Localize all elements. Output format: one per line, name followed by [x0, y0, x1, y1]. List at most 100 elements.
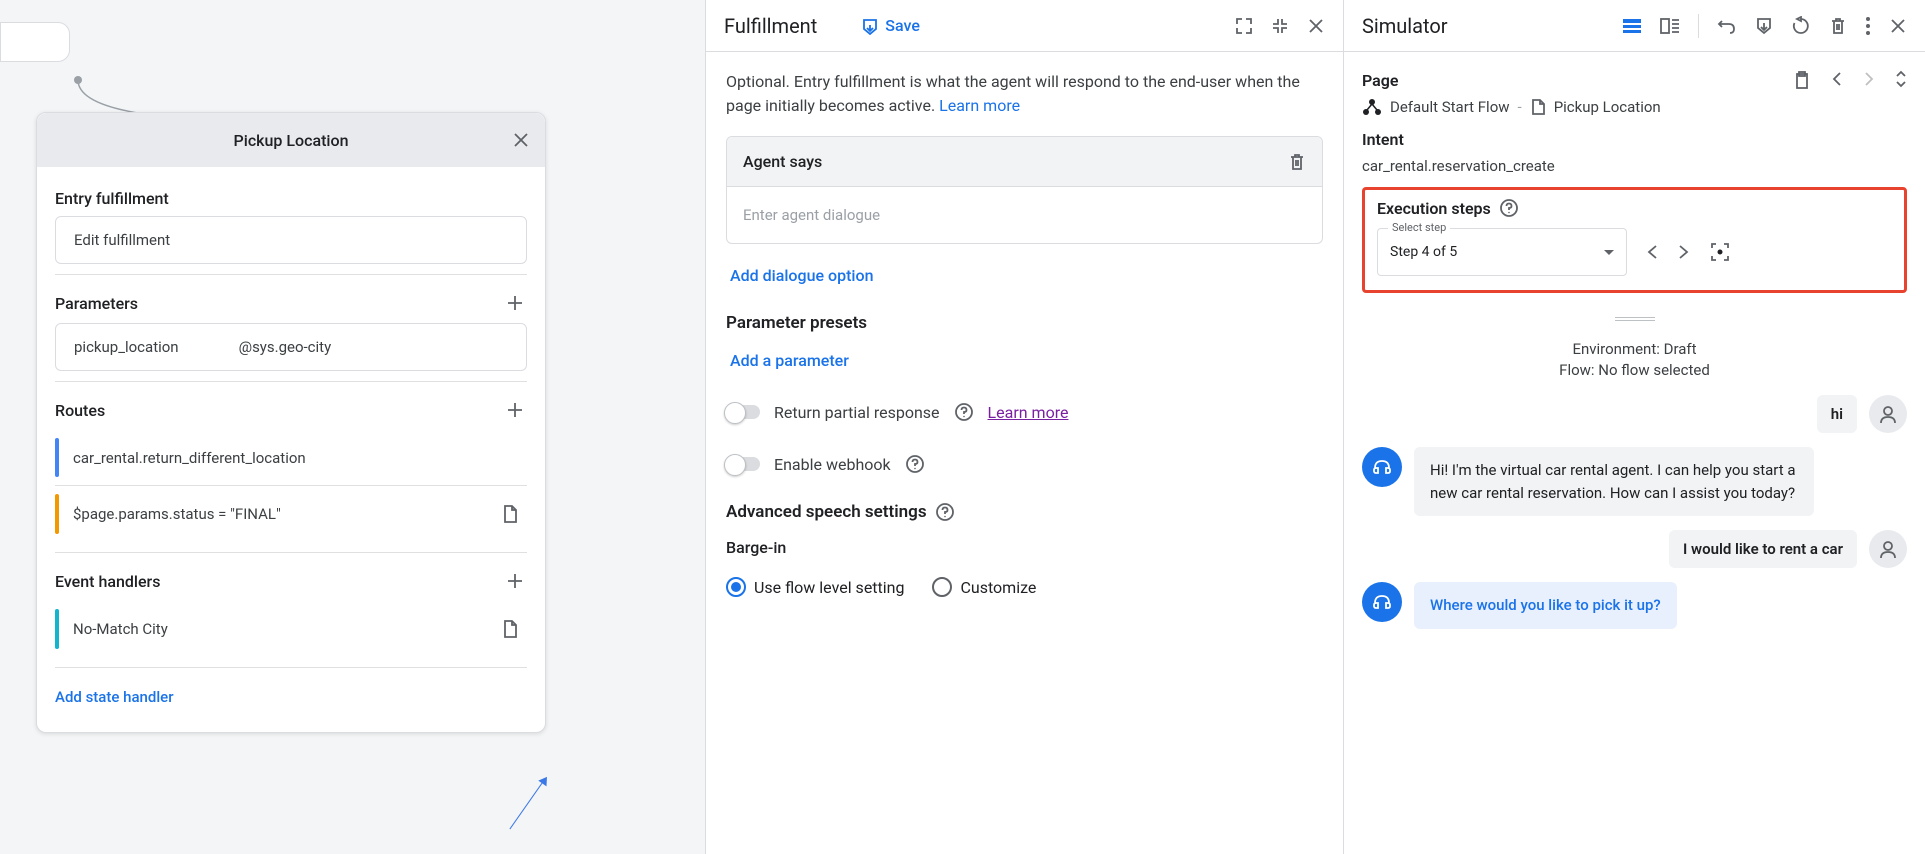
page-node-pickup-location: Pickup Location Entry fulfillment Edit f… [36, 112, 546, 733]
expand-icon[interactable] [1235, 17, 1253, 35]
enable-webhook-toggle[interactable] [726, 457, 760, 471]
collapse-icon[interactable] [1271, 17, 1289, 35]
execution-steps-row: Execution steps [1377, 198, 1892, 218]
flow-canvas[interactable]: Pickup Location Entry fulfillment Edit f… [0, 0, 705, 854]
page-node-header[interactable]: Pickup Location [37, 113, 545, 167]
delete-response-icon[interactable] [1288, 152, 1306, 172]
close-simulator-icon[interactable] [1889, 17, 1907, 35]
section-entry-fulfillment: Entry fulfillment [55, 173, 527, 216]
add-route-icon[interactable] [503, 398, 527, 422]
barge-in-flow-level-radio[interactable]: Use flow level setting [726, 577, 904, 597]
prev-turn-icon[interactable] [1831, 70, 1843, 90]
partial-response-toggle[interactable] [726, 405, 760, 419]
barge-in-label: Barge-in [726, 532, 1323, 567]
step-select[interactable]: Select step Step 4 of 5 [1377, 228, 1627, 276]
view-split-icon[interactable] [1660, 18, 1680, 34]
agent-dialogue-input[interactable]: Enter agent dialogue [727, 187, 1322, 243]
execution-steps-label: Execution steps [1377, 199, 1491, 218]
page-breadcrumb: Default Start Flow - Pickup Location [1362, 98, 1907, 130]
save-conversation-icon[interactable] [1755, 16, 1773, 36]
agent-message-row: Where would you like to pick it up? [1362, 582, 1907, 629]
route-item[interactable]: car_rental.return_different_location [55, 430, 527, 486]
conversation-env-info: Environment: Draft Flow: No flow selecte… [1362, 339, 1907, 395]
add-event-handler-icon[interactable] [503, 569, 527, 593]
learn-more-link-2[interactable]: Learn more [988, 403, 1069, 422]
learn-more-link[interactable]: Learn more [939, 96, 1020, 115]
routes-list: car_rental.return_different_location $pa… [55, 430, 527, 542]
flow-icon [1362, 98, 1382, 116]
step-select-float-label: Select step [1388, 221, 1450, 234]
section-routes: Routes [55, 382, 527, 430]
section-label: Routes [55, 401, 105, 420]
event-handler-label: No-Match City [73, 620, 168, 638]
simulator-header: Simulator [1344, 0, 1925, 52]
save-button[interactable]: Save [861, 16, 920, 35]
section-label: Event handlers [55, 572, 160, 591]
event-handler-item[interactable]: No-Match City [55, 601, 527, 657]
execution-steps-highlight: Execution steps Select step Step 4 of 5 [1362, 187, 1907, 293]
canvas-node-prev[interactable] [0, 22, 70, 62]
partial-response-label: Return partial response [774, 403, 940, 422]
radio-label: Customize [960, 578, 1036, 597]
page-node-title: Pickup Location [234, 131, 349, 150]
help-icon[interactable] [1499, 198, 1519, 218]
user-message-row: hi [1362, 395, 1907, 433]
add-parameter-icon[interactable] [503, 291, 527, 315]
agent-message-row: Hi! I'm the virtual car rental agent. I … [1362, 447, 1907, 516]
add-dialogue-option-link[interactable]: Add dialogue option [726, 244, 1323, 307]
fulfillment-description: Optional. Entry fulfillment is what the … [726, 70, 1323, 118]
agent-message-bubble[interactable]: Hi! I'm the virtual car rental agent. I … [1414, 447, 1814, 516]
section-parameters: Parameters [55, 275, 527, 323]
help-icon[interactable] [905, 454, 925, 474]
breadcrumb-page[interactable]: Pickup Location [1554, 98, 1661, 116]
user-message-bubble[interactable]: I would like to rent a car [1669, 530, 1857, 568]
sim-intent-label: Intent [1362, 130, 1907, 157]
user-message-bubble[interactable]: hi [1817, 395, 1857, 433]
help-icon[interactable] [935, 502, 955, 522]
event-handlers-list: No-Match City [55, 601, 527, 657]
conversation-resize-handle[interactable] [1615, 317, 1655, 321]
delete-conversation-icon[interactable] [1829, 16, 1847, 36]
add-parameter-preset-link[interactable]: Add a parameter [726, 343, 1323, 392]
fulfillment-header: Fulfillment Save [706, 0, 1343, 52]
section-label: Entry fulfillment [55, 189, 169, 208]
flow-edge-out [509, 778, 577, 852]
agent-avatar-icon [1362, 582, 1402, 622]
sim-intent-value: car_rental.reservation_create [1362, 157, 1907, 185]
conversation-log: Environment: Draft Flow: No flow selecte… [1362, 339, 1907, 663]
step-focus-icon[interactable] [1709, 241, 1731, 263]
next-turn-icon[interactable] [1863, 70, 1875, 90]
route-label: $page.params.status = "FINAL" [73, 505, 281, 523]
page-transition-icon [501, 619, 519, 639]
agent-says-box: Agent says Enter agent dialogue [726, 136, 1323, 244]
agent-message-bubble[interactable]: Where would you like to pick it up? [1414, 582, 1677, 629]
route-item[interactable]: $page.params.status = "FINAL" [55, 486, 527, 542]
step-prev-icon[interactable] [1645, 242, 1659, 262]
view-horizontal-icon[interactable] [1622, 18, 1642, 34]
add-state-handler-link[interactable]: Add state handler [55, 668, 527, 710]
close-node-icon[interactable] [511, 130, 531, 150]
barge-in-customize-radio[interactable]: Customize [932, 577, 1036, 597]
entry-fulfillment-item[interactable]: Edit fulfillment [55, 216, 527, 264]
panel-title: Simulator [1362, 14, 1448, 38]
clipboard-icon[interactable] [1793, 70, 1811, 90]
undo-icon[interactable] [1717, 17, 1737, 35]
user-message-row: I would like to rent a car [1362, 530, 1907, 568]
parameter-item[interactable]: pickup_location @sys.geo-city [55, 323, 527, 371]
help-icon[interactable] [954, 402, 974, 422]
more-options-icon[interactable] [1865, 16, 1871, 36]
page-transition-icon [501, 504, 519, 524]
agent-avatar-icon [1362, 447, 1402, 487]
breadcrumb-flow[interactable]: Default Start Flow [1390, 98, 1510, 116]
panel-title: Fulfillment [724, 14, 817, 38]
parameter-name: pickup_location [74, 338, 179, 356]
enable-webhook-label: Enable webhook [774, 455, 891, 474]
replay-icon[interactable] [1791, 16, 1811, 36]
collapse-details-icon[interactable] [1895, 70, 1907, 90]
advanced-speech-heading: Advanced speech settings [726, 496, 1323, 532]
sim-page-label: Page [1362, 71, 1398, 90]
user-avatar-icon [1869, 530, 1907, 568]
sim-page-row: Page [1362, 66, 1907, 98]
step-next-icon[interactable] [1677, 242, 1691, 262]
close-panel-icon[interactable] [1307, 17, 1325, 35]
